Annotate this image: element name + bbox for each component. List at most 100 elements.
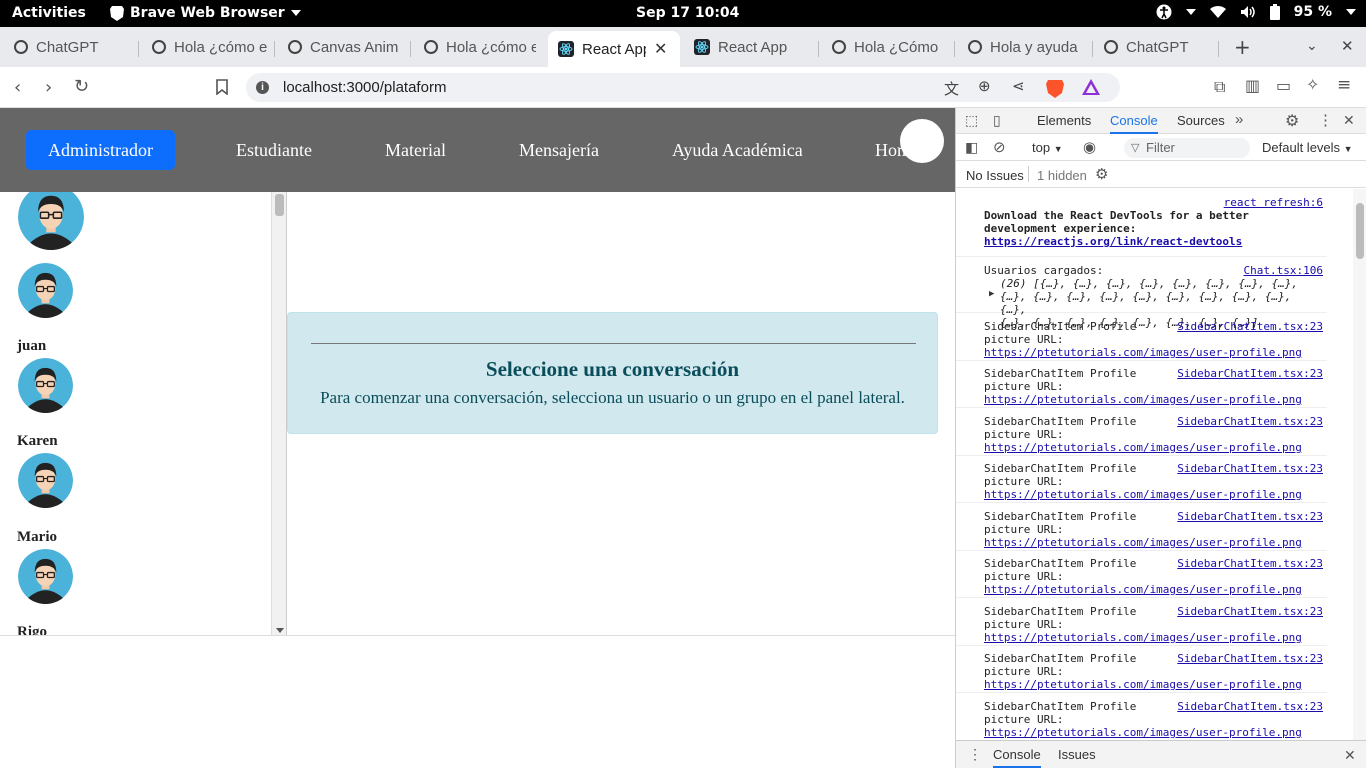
nav-administrador[interactable]: Administrador	[26, 130, 175, 170]
no-issues-label[interactable]: No Issues	[966, 168, 1024, 183]
wallet-icon[interactable]: ▭	[1276, 76, 1291, 95]
settings-gear-icon[interactable]: ⚙	[1285, 111, 1299, 131]
nav-ayuda-academica[interactable]: Ayuda Académica	[672, 130, 803, 170]
message-link[interactable]: https://ptetutorials.com/images/user-pro…	[984, 678, 1324, 691]
close-devtools-icon[interactable]: ✕	[1343, 112, 1355, 129]
message-link[interactable]: https://ptetutorials.com/images/user-pro…	[984, 631, 1324, 644]
reload-icon[interactable]: ↻	[74, 76, 89, 97]
more-options-icon[interactable]: ⋮	[1318, 111, 1333, 129]
clear-console-icon[interactable]: ⊘	[993, 138, 1006, 156]
address-bar[interactable]: i localhost:3000/plataform 文 ⊕ ⋖	[246, 73, 1120, 102]
nav-estudiante[interactable]: Estudiante	[236, 130, 312, 170]
tab-console[interactable]: Console	[1110, 113, 1158, 134]
message-link[interactable]: https://ptetutorials.com/images/user-pro…	[984, 726, 1324, 739]
system-tray[interactable]: 95 %	[1156, 4, 1356, 20]
drawer-menu-icon[interactable]: ⋮	[968, 746, 982, 763]
message-link[interactable]: https://ptetutorials.com/images/user-pro…	[984, 346, 1324, 359]
share-icon[interactable]: ⋖	[1012, 77, 1025, 95]
message-source-link[interactable]: react refresh:6	[1224, 196, 1323, 209]
scroll-thumb[interactable]	[1356, 203, 1364, 259]
drawer-tab-console[interactable]: Console	[993, 747, 1041, 768]
message-link[interactable]: https://reactjs.org/link/react-devtools	[984, 235, 1324, 248]
tab-label: Hola y ayuda	[990, 38, 1078, 56]
nav-mensajeria[interactable]: Mensajería	[519, 130, 599, 170]
tab-react-app-active[interactable]: React App ✕	[548, 31, 680, 67]
battery-level: 95 %	[1293, 4, 1332, 20]
sidebar-toggle-icon[interactable]: ◧	[965, 139, 978, 156]
tab-list-chevron-icon[interactable]: ⌄	[1306, 38, 1318, 54]
tab-hola-3[interactable]: Hola ¿Cómo	[832, 33, 940, 61]
filter-placeholder: Filter	[1146, 140, 1175, 155]
console-scrollbar[interactable]	[1353, 189, 1366, 740]
tab-react-app[interactable]: React App	[694, 33, 814, 61]
console-filter-input[interactable]: ▽ Filter	[1124, 138, 1250, 158]
console-message: SidebarChatItem.tsx:23 SidebarChatItem P…	[956, 314, 1327, 361]
tab-hola-ayuda[interactable]: Hola y ayuda	[968, 33, 1090, 61]
inspect-element-icon[interactable]: ⬚	[965, 112, 978, 129]
tab-hola-2[interactable]: Hola ¿cómo e	[424, 33, 536, 61]
tab-sources[interactable]: Sources	[1177, 113, 1225, 128]
avatar[interactable]	[18, 263, 73, 318]
message-link[interactable]: https://ptetutorials.com/images/user-pro…	[984, 536, 1324, 549]
floating-circle-button[interactable]	[900, 119, 944, 163]
tab-canvas[interactable]: Canvas Anim	[288, 33, 406, 61]
user-name[interactable]: juan	[17, 338, 46, 355]
translate-icon[interactable]: 文	[944, 78, 959, 99]
zoom-icon[interactable]: ⊕	[978, 77, 991, 95]
tab-hola-1[interactable]: Hola ¿cómo e	[152, 33, 270, 61]
log-levels-value: Default levels	[1262, 140, 1341, 155]
expand-triangle-icon[interactable]: ▶	[989, 289, 994, 299]
console-settings-gear-icon[interactable]: ⚙	[1095, 165, 1108, 183]
app-menu[interactable]: Brave Web Browser	[110, 5, 301, 21]
back-icon[interactable]: ‹	[14, 77, 21, 98]
avatar[interactable]	[18, 453, 73, 508]
message-text: Download the React DevTools for a better	[984, 209, 1249, 222]
close-drawer-icon[interactable]: ✕	[1344, 747, 1356, 764]
avatar[interactable]	[18, 549, 73, 604]
user-name[interactable]: Mario	[17, 529, 57, 546]
bookmark-icon[interactable]	[216, 79, 228, 95]
close-tab-icon[interactable]: ✕	[654, 39, 667, 59]
tab-chatgpt-2[interactable]: ChatGPT	[1104, 33, 1212, 61]
scroll-thumb[interactable]	[275, 194, 284, 216]
site-info-icon[interactable]: i	[256, 81, 269, 94]
brave-shields-icon[interactable]	[1046, 78, 1064, 98]
avatar[interactable]	[18, 358, 73, 413]
user-avatar-icon	[18, 192, 84, 250]
sidebar-scrollbar[interactable]	[271, 192, 286, 635]
user-name[interactable]: Karen	[17, 433, 58, 450]
new-tab-icon[interactable]: +	[1234, 35, 1251, 59]
user-name[interactable]: Rigo	[17, 624, 47, 635]
tab-chatgpt[interactable]: ChatGPT	[14, 33, 134, 61]
message-link[interactable]: https://ptetutorials.com/images/user-pro…	[984, 393, 1324, 406]
leo-ai-icon[interactable]: ✧	[1306, 75, 1319, 94]
message-text: picture URL:	[984, 428, 1064, 441]
context-select[interactable]: top ▼	[1032, 140, 1063, 155]
drawer-tab-issues[interactable]: Issues	[1058, 747, 1096, 762]
log-levels-select[interactable]: Default levels ▼	[1262, 140, 1353, 155]
sidebar-toggle-icon[interactable]: ▥	[1245, 76, 1260, 95]
avatar[interactable]	[18, 192, 84, 250]
nav-material[interactable]: Material	[385, 130, 446, 170]
message-link[interactable]: https://ptetutorials.com/images/user-pro…	[984, 488, 1324, 501]
brave-rewards-icon[interactable]	[1082, 79, 1100, 95]
more-tabs-icon[interactable]: »	[1235, 111, 1243, 128]
clock[interactable]: Sep 17 10:04	[636, 5, 739, 21]
device-toolbar-icon[interactable]: ▯	[993, 112, 1001, 129]
live-expression-eye-icon[interactable]: ◉	[1083, 138, 1096, 156]
scroll-down-arrow-icon[interactable]	[276, 628, 284, 633]
message-text: picture URL:	[984, 475, 1064, 488]
activities-button[interactable]: Activities	[12, 5, 86, 21]
menu-icon[interactable]: ≡	[1337, 75, 1351, 95]
tab-label: React App	[582, 40, 646, 58]
app-navbar: Administrador Estudiante Material Mensaj…	[0, 108, 955, 192]
chat-sidebar[interactable]: juan Karen Mario Rigo	[0, 192, 287, 635]
message-link[interactable]: https://ptetutorials.com/images/user-pro…	[984, 441, 1324, 454]
extensions-icon[interactable]: ⧉	[1214, 77, 1225, 97]
console-output[interactable]: react refresh:6 Download the React DevTo…	[956, 189, 1353, 740]
close-window-icon[interactable]: ✕	[1341, 37, 1354, 55]
accessibility-icon	[1156, 4, 1172, 20]
message-link[interactable]: https://ptetutorials.com/images/user-pro…	[984, 583, 1324, 596]
forward-icon[interactable]: ›	[45, 77, 52, 98]
tab-elements[interactable]: Elements	[1037, 113, 1091, 128]
